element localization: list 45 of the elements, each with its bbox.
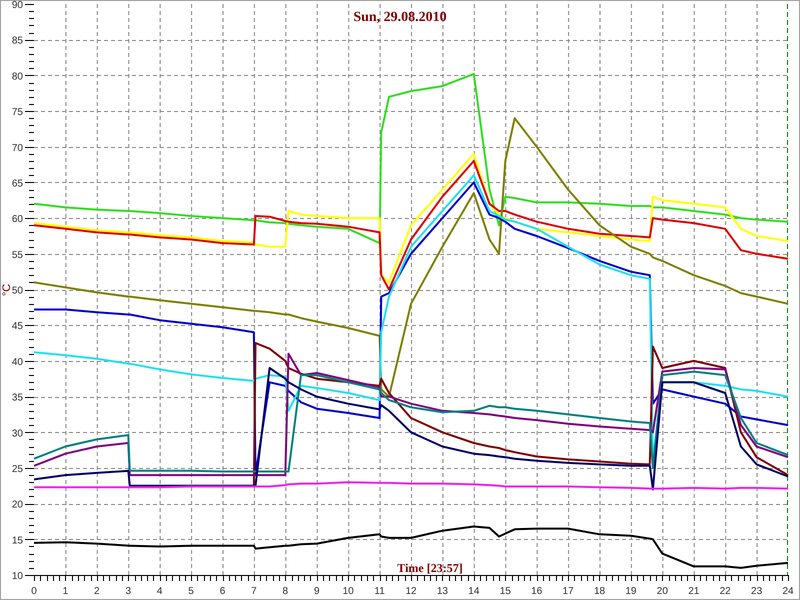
tick-label: 35 <box>12 392 23 404</box>
tick-label: 1 <box>62 586 68 597</box>
tick-label: 45 <box>12 321 23 332</box>
tick-label: 21 <box>688 586 700 597</box>
tick-label: 16 <box>531 586 542 597</box>
tick-label: 65 <box>12 178 23 190</box>
tick-label: 23 <box>751 586 762 597</box>
tick-label: 24 <box>782 586 794 597</box>
tick-label: 20 <box>12 500 23 511</box>
tick-label: 15 <box>12 535 23 546</box>
tick-label: 11 <box>374 586 385 597</box>
axis-label: Time [23:57] <box>397 561 463 575</box>
axis-label: °C <box>1 284 13 296</box>
tick-label: 10 <box>12 571 23 582</box>
tick-label: 90 <box>12 1 23 11</box>
tick-label: 25 <box>12 464 23 475</box>
tick-label: 20 <box>656 586 668 597</box>
tick-label: 3 <box>125 586 132 597</box>
tick-label: 70 <box>12 142 23 154</box>
tick-label: 80 <box>12 71 23 82</box>
tick-label: 75 <box>12 107 23 118</box>
tick-label: 50 <box>12 286 23 296</box>
tick-label: 15 <box>500 586 511 597</box>
tick-label: 13 <box>436 586 448 597</box>
tick-label: 2 <box>94 586 100 597</box>
tick-label: 4 <box>156 586 162 597</box>
tick-label: 85 <box>12 36 23 47</box>
tick-label: 9 <box>314 586 320 597</box>
tick-label: 5 <box>188 586 194 597</box>
tick-label: 8 <box>282 586 288 597</box>
chart-title: Sun, 29.08.2010 <box>353 10 447 25</box>
tick-label: 12 <box>405 586 417 597</box>
tick-label: 14 <box>468 586 480 597</box>
tick-label: 40 <box>12 356 23 368</box>
tick-label: 30 <box>12 428 23 440</box>
tick-label: 19 <box>625 586 636 597</box>
tick-label: 60 <box>12 214 23 226</box>
tick-label: 0 <box>31 586 37 597</box>
tick-label: 10 <box>342 586 354 597</box>
tick-label: 18 <box>594 586 606 597</box>
tick-label: 6 <box>220 586 226 597</box>
tick-label: 22 <box>720 586 731 597</box>
tick-label: 7 <box>251 586 257 597</box>
tick-label: 17 <box>562 586 574 597</box>
tick-label: 55 <box>12 250 23 261</box>
